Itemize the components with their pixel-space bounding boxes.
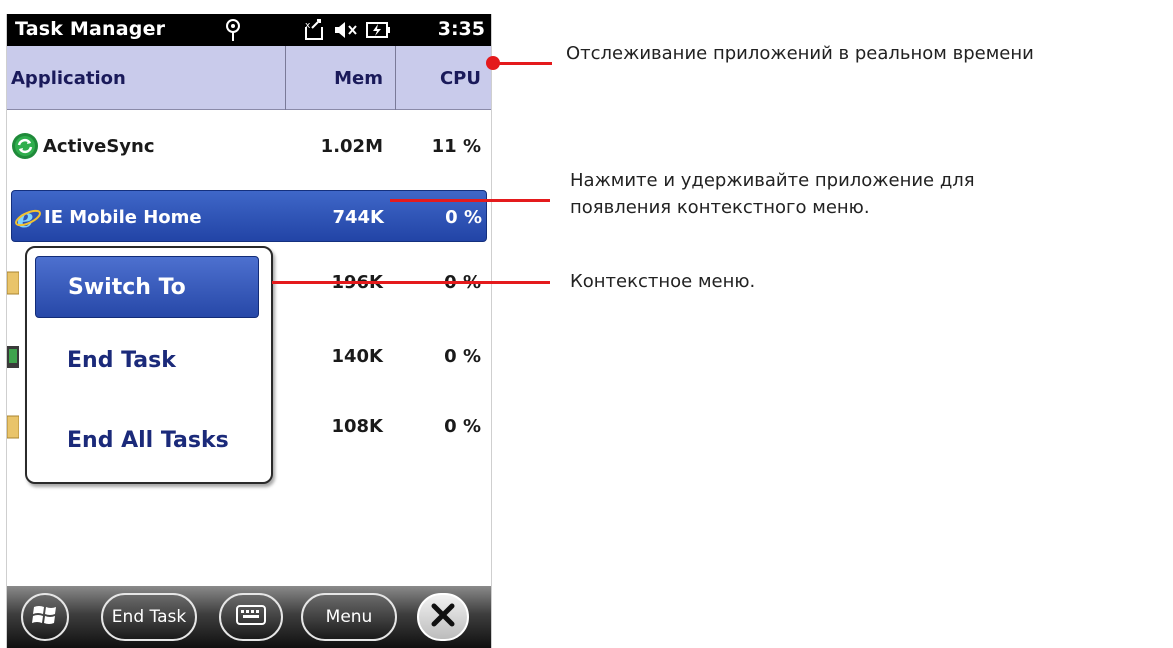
- callout-line-realtime: [492, 62, 552, 65]
- task-manager-screen: Task Manager x 3:35 Application Mem CPU …: [6, 14, 492, 648]
- svg-text:x: x: [305, 21, 311, 31]
- column-cpu[interactable]: CPU: [395, 46, 491, 110]
- task-row-ie-mobile-home[interactable]: e IE Mobile Home 744K 0 %: [11, 190, 487, 242]
- task-mem: 108K: [331, 415, 383, 437]
- column-header: Application Mem CPU: [7, 46, 491, 110]
- data-connection-icon[interactable]: x: [302, 14, 326, 46]
- switch-to-menu-item[interactable]: Switch To: [35, 256, 259, 318]
- column-mem[interactable]: Mem: [285, 46, 395, 110]
- task-row-activesync[interactable]: ActiveSync 1.02M 11 %: [7, 120, 491, 172]
- bottom-toolbar: End Task Menu: [7, 586, 491, 648]
- status-bar: Task Manager x 3:35: [7, 14, 491, 46]
- internet-explorer-icon: e: [14, 203, 42, 234]
- task-mem: 1.02M: [320, 135, 383, 157]
- close-button[interactable]: [417, 593, 469, 641]
- annotation-press-hold-line2: появления контекстного меню.: [570, 197, 870, 218]
- end-task-button[interactable]: End Task: [101, 593, 197, 641]
- annotation-context-menu: Контекстное меню.: [570, 271, 756, 292]
- folder-icon: [7, 268, 20, 296]
- task-cpu: 0 %: [444, 345, 481, 367]
- callout-line-context-menu: [272, 281, 550, 284]
- task-cpu: 0 %: [444, 415, 481, 437]
- annotation-press-hold-line1: Нажмите и удерживайте приложение для: [570, 170, 975, 191]
- antenna-icon[interactable]: [223, 14, 243, 46]
- close-icon: [430, 602, 456, 633]
- activesync-icon: [11, 132, 39, 160]
- app-title: Task Manager: [15, 18, 166, 40]
- battery-charging-icon[interactable]: [365, 14, 391, 46]
- end-task-menu-item[interactable]: End Task: [35, 332, 259, 388]
- task-name: ActiveSync: [43, 135, 155, 157]
- end-all-tasks-menu-item[interactable]: End All Tasks: [35, 412, 259, 468]
- task-cpu: 11 %: [431, 135, 481, 157]
- task-mem: 140K: [331, 345, 383, 367]
- keyboard-button[interactable]: [219, 593, 283, 641]
- monitor-icon: [7, 342, 19, 370]
- keyboard-icon: [236, 604, 266, 630]
- clock: 3:35: [437, 18, 485, 40]
- column-application[interactable]: Application: [11, 46, 283, 110]
- folder-icon: [7, 412, 20, 440]
- context-menu: Switch To End Task End All Tasks: [25, 246, 273, 484]
- annotation-realtime: Отслеживание приложений в реальном време…: [566, 43, 1034, 64]
- callout-line-press-hold: [390, 199, 550, 202]
- menu-button[interactable]: Menu: [301, 593, 397, 641]
- task-mem: 744K: [332, 206, 384, 228]
- volume-muted-icon[interactable]: [333, 14, 359, 46]
- start-button[interactable]: [21, 593, 69, 641]
- windows-start-icon: [32, 603, 58, 632]
- task-name: IE Mobile Home: [44, 206, 202, 228]
